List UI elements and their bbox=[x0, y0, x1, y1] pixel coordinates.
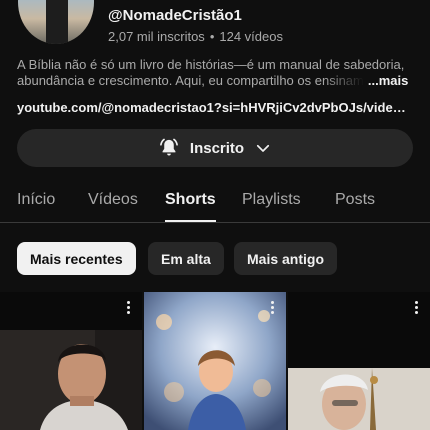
short-2-image bbox=[144, 292, 286, 430]
avatar-figure bbox=[46, 0, 68, 44]
chip-mais-antigo[interactable]: Mais antigo bbox=[234, 242, 338, 275]
subscriber-count: 2,07 mil inscritos bbox=[108, 29, 205, 44]
short-1-more-icon[interactable] bbox=[126, 301, 130, 315]
description-line-1: A Bíblia não é só um livro de histórias—… bbox=[17, 57, 405, 72]
short-3-image bbox=[288, 368, 430, 430]
bell-ringing-icon bbox=[158, 137, 180, 159]
stats-separator: • bbox=[209, 29, 215, 44]
tabs-divider bbox=[0, 222, 430, 223]
channel-tabs: Início Vídeos Shorts Playlists Posts bbox=[0, 186, 430, 222]
video-count: 124 vídeos bbox=[219, 29, 283, 44]
short-thumbnail-2[interactable] bbox=[144, 292, 286, 430]
tab-videos[interactable]: Vídeos bbox=[88, 191, 138, 209]
chip-em-alta[interactable]: Em alta bbox=[148, 242, 224, 275]
short-2-more-icon[interactable] bbox=[270, 301, 274, 315]
channel-handle: @NomadeCristão1 bbox=[108, 7, 242, 24]
more-link[interactable]: ...mais bbox=[368, 73, 408, 89]
channel-avatar[interactable] bbox=[18, 0, 94, 44]
short-3-more-icon[interactable] bbox=[414, 301, 418, 315]
channel-stats: 2,07 mil inscritos • 124 vídeos bbox=[108, 29, 283, 44]
short-thumbnail-3[interactable] bbox=[288, 292, 430, 430]
subscribed-label: Inscrito bbox=[189, 139, 245, 157]
channel-link[interactable]: youtube.com/@nomadecristao1?si=hHVRjiCv2… bbox=[17, 100, 413, 115]
tab-playlists[interactable]: Playlists bbox=[242, 191, 301, 209]
subscribed-button[interactable]: Inscrito bbox=[17, 129, 413, 167]
tab-inicio[interactable]: Início bbox=[17, 191, 55, 209]
channel-description[interactable]: A Bíblia não é só um livro de histórias—… bbox=[17, 57, 413, 89]
chip-mais-recentes[interactable]: Mais recentes bbox=[17, 242, 136, 275]
short-1-image bbox=[0, 330, 142, 430]
tab-shorts[interactable]: Shorts bbox=[165, 191, 216, 209]
description-line-2: abundância e crescimento. Aqui, eu compa… bbox=[17, 73, 364, 88]
chevron-down-icon bbox=[254, 139, 272, 157]
tab-posts[interactable]: Posts bbox=[335, 191, 375, 209]
short-thumbnail-1[interactable] bbox=[0, 292, 142, 430]
